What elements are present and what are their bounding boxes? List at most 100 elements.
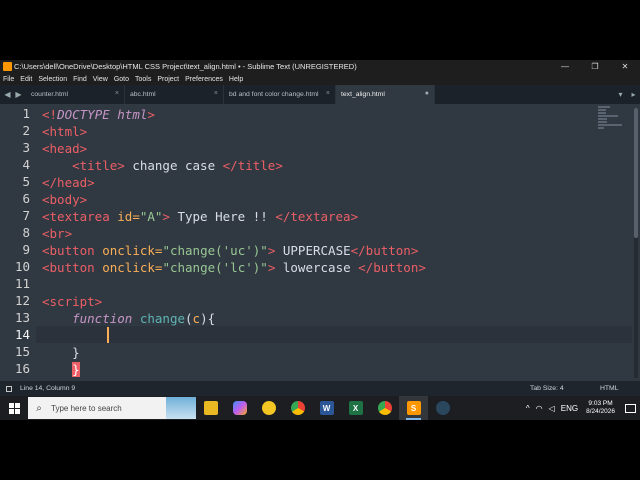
tab-text-align[interactable]: text_align.html ●: [336, 85, 435, 104]
tab-bar: ◀ ▶ counter.html × abc.html × bd and fon…: [0, 85, 640, 104]
notification-icon[interactable]: [620, 396, 640, 420]
code-line-3: <head>: [42, 140, 87, 157]
network-icon[interactable]: ◠: [533, 404, 546, 413]
tag: <html>: [42, 124, 88, 139]
line-number: 4: [22, 157, 30, 172]
minimap[interactable]: [598, 106, 624, 136]
text-caret: [107, 327, 109, 343]
tab-label: counter.html: [31, 91, 69, 98]
string: 'uc': [222, 243, 253, 258]
chrome-icon[interactable]: [283, 396, 312, 420]
menu-project[interactable]: Project: [154, 76, 182, 83]
close-button[interactable]: ✕: [610, 60, 640, 73]
tab-close-icon[interactable]: ×: [326, 90, 330, 97]
line-number: 9: [22, 242, 30, 257]
tab-label: bd and font color change.html: [229, 91, 319, 98]
tab-controls: ▾ ▸: [614, 85, 640, 104]
tag: <button: [42, 260, 103, 275]
line-number: 6: [22, 191, 30, 206]
tab-prev-icon[interactable]: ◀: [4, 90, 10, 99]
tab-counter[interactable]: counter.html ×: [26, 85, 125, 104]
tab-close-icon[interactable]: ×: [115, 90, 119, 97]
tag: <head>: [42, 141, 88, 156]
sublime-text-taskbar-icon[interactable]: S: [399, 396, 428, 420]
file-explorer-icon[interactable]: [196, 396, 225, 420]
tab-label: text_align.html: [341, 91, 385, 98]
line-number: 2: [22, 123, 30, 138]
tag: >: [147, 107, 155, 122]
line-number: 11: [14, 276, 30, 291]
tab-label: abc.html: [130, 91, 156, 98]
menu-preferences[interactable]: Preferences: [182, 76, 226, 83]
code-line-13: function change(c){: [42, 310, 215, 327]
menu-edit[interactable]: Edit: [17, 76, 35, 83]
string: "A": [139, 209, 163, 224]
tag: <title>: [72, 158, 125, 173]
start-button[interactable]: [0, 396, 28, 420]
language-indicator[interactable]: ENG: [558, 404, 581, 413]
tab-dirty-icon[interactable]: ●: [425, 90, 429, 97]
search-highlight-image: [166, 397, 196, 419]
minimize-button[interactable]: —: [550, 60, 580, 73]
window-titlebar: C:\Users\dell\OneDrive\Desktop\HTML CSS …: [0, 60, 640, 73]
menu-help[interactable]: Help: [226, 76, 246, 83]
menu-selection[interactable]: Selection: [35, 76, 70, 83]
tag: <!: [42, 107, 58, 122]
tab-next-icon[interactable]: ▶: [15, 90, 21, 99]
more-tabs-icon[interactable]: ▸: [627, 90, 640, 99]
panel-toggle-icon[interactable]: [6, 385, 12, 392]
tag: <textarea: [42, 209, 118, 224]
code-line-6: <body>: [42, 191, 87, 208]
tips-icon[interactable]: [254, 396, 283, 420]
menu-tools[interactable]: Tools: [132, 76, 154, 83]
code-editor[interactable]: 1 2 3 4 5 6 7 8 9 10 11 12 13 14 15 16 1…: [0, 104, 640, 381]
code-line-15: }: [42, 344, 80, 361]
line-number: 16: [14, 361, 30, 376]
tab-bd-font-color[interactable]: bd and font color change.html ×: [224, 85, 336, 104]
clock-date: 8/24/2026: [586, 408, 615, 415]
volume-icon[interactable]: ◁: [546, 404, 558, 413]
chevron-up-icon[interactable]: ^: [523, 404, 533, 413]
tag: <button: [42, 243, 103, 258]
line-number-current: 14: [14, 327, 30, 342]
tab-abc[interactable]: abc.html ×: [125, 85, 224, 104]
tag: </textarea>: [275, 209, 359, 224]
clock[interactable]: 9:03 PM 8/24/2026: [581, 400, 620, 416]
taskbar-search[interactable]: ⌕ Type here to search: [28, 397, 196, 419]
cursor-position: Line 14, Column 9: [20, 385, 76, 392]
line-number: 7: [22, 208, 30, 223]
attribute: onclick=: [102, 243, 163, 258]
window-title: C:\Users\dell\OneDrive\Desktop\HTML CSS …: [14, 62, 357, 71]
scrollbar-thumb[interactable]: [634, 108, 638, 238]
brace: }: [72, 345, 80, 360]
code-line-5: </head>: [42, 174, 95, 191]
menu-file[interactable]: File: [0, 76, 17, 83]
tag: <br>: [42, 226, 73, 241]
word-icon[interactable]: W: [312, 396, 341, 420]
syntax-mode[interactable]: HTML: [600, 385, 640, 392]
tab-close-icon[interactable]: ×: [214, 90, 218, 97]
excel-icon[interactable]: X: [341, 396, 370, 420]
menu-view[interactable]: View: [90, 76, 111, 83]
tag: <body>: [42, 192, 88, 207]
tag: </head>: [42, 175, 95, 190]
menu-goto[interactable]: Goto: [111, 76, 132, 83]
open-files-icon[interactable]: ▾: [614, 90, 627, 99]
sublime-text-icon: [3, 62, 12, 71]
clock-time: 9:03 PM: [588, 400, 613, 407]
text: Type Here !!: [169, 209, 276, 224]
line-number: 8: [22, 225, 30, 240]
restore-button[interactable]: ❐: [580, 60, 610, 73]
steam-icon[interactable]: [428, 396, 457, 420]
line-number: 13: [14, 310, 30, 325]
copilot-icon[interactable]: [225, 396, 254, 420]
tag: </button>: [358, 260, 426, 275]
menu-find[interactable]: Find: [70, 76, 90, 83]
tab-size[interactable]: Tab Size: 4: [530, 385, 600, 392]
status-left: Line 14, Column 9: [0, 385, 530, 392]
code-line-12: <script>: [42, 293, 102, 310]
chrome-icon[interactable]: [370, 396, 399, 420]
text: lowercase: [275, 260, 359, 275]
text: change case: [124, 158, 223, 173]
